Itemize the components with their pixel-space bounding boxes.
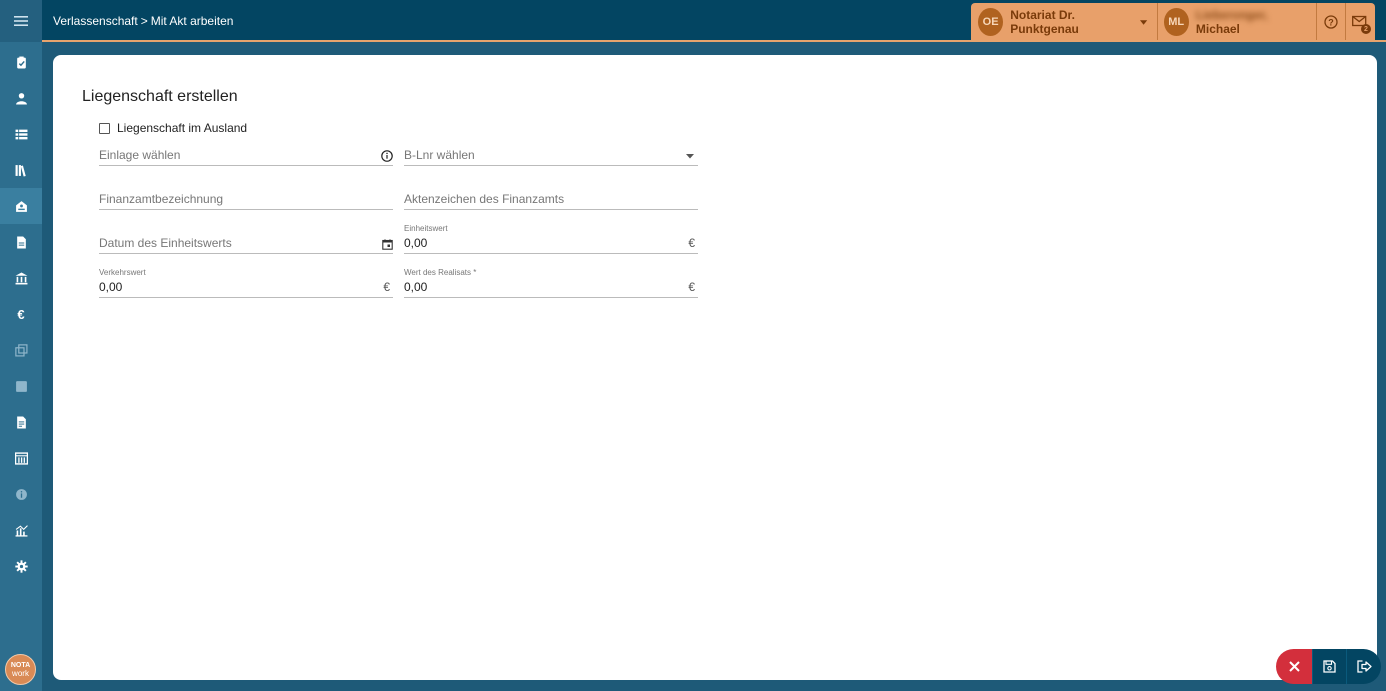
document-icon <box>16 236 26 248</box>
abroad-checkbox[interactable] <box>99 122 110 134</box>
einheitswert-label: Einheitswert <box>404 224 448 233</box>
menu-button[interactable] <box>0 0 42 42</box>
list-icon <box>15 128 27 140</box>
verkehrswert-value: 0,00 <box>99 280 123 294</box>
file-icon <box>16 416 26 428</box>
realisat-currency: € <box>688 280 695 294</box>
abroad-checkbox-label: Liegenschaft im Ausland <box>117 121 248 135</box>
library-icon <box>15 164 26 177</box>
calendar-grid-icon <box>14 451 28 465</box>
chevron-down-icon <box>1140 19 1148 25</box>
einlage-select[interactable]: Einlage wählen <box>99 146 393 166</box>
exit-icon <box>1356 660 1372 673</box>
sidebar-item-info[interactable] <box>0 476 42 512</box>
finanzamt-field[interactable]: Finanzamtbezeichnung <box>99 190 393 210</box>
sidebar-item-list[interactable] <box>0 116 42 152</box>
clipboard-check-icon <box>16 56 26 68</box>
einheitswert-value: 0,00 <box>404 236 428 250</box>
sidebar-item-files[interactable] <box>0 404 42 440</box>
notawork-logo: NOTA work <box>5 654 36 685</box>
sidebar-item-tasks[interactable] <box>0 44 42 80</box>
breadcrumb-separator: > <box>140 14 148 28</box>
copy-icon <box>14 343 28 357</box>
sidebar-item-statistics[interactable] <box>0 512 42 548</box>
sidebar-item-calendar[interactable] <box>0 440 42 476</box>
save-and-exit-button[interactable] <box>1346 649 1381 684</box>
verkehrswert-currency: € <box>383 280 390 294</box>
form-card: Liegenschaft erstellen Liegenschaft im A… <box>53 55 1377 680</box>
sidebar-item-copies[interactable] <box>0 332 42 368</box>
realisat-label: Wert des Realisats * <box>404 268 477 277</box>
sidebar-item-finance[interactable]: € <box>0 296 42 332</box>
org-name: Notariat Dr. Punktgenau <box>1010 8 1079 36</box>
info-circle-icon[interactable] <box>381 150 393 162</box>
einlage-placeholder: Einlage wählen <box>99 148 181 162</box>
help-button[interactable]: ? <box>1317 3 1346 41</box>
sidebar-item-documents[interactable] <box>0 224 42 260</box>
realisat-field[interactable]: Wert des Realisats * 0,00 € <box>404 268 698 298</box>
einheitswert-currency: € <box>688 236 695 250</box>
user-avatar: ML <box>1163 8 1189 36</box>
user-last-name: Lieberonger, <box>1195 8 1268 22</box>
breadcrumb: Verlassenschaft > Mit Akt arbeiten <box>53 14 233 28</box>
square-icon <box>15 380 27 392</box>
person-icon <box>15 92 27 104</box>
sidebar-item-estate[interactable] <box>0 188 42 224</box>
sidebar-item-library[interactable] <box>0 152 42 188</box>
verkehrswert-label: Verkehrswert <box>99 268 146 277</box>
chart-icon <box>15 524 28 537</box>
user-first-name: Michael <box>1195 22 1240 36</box>
sidebar-item-bank[interactable] <box>0 260 42 296</box>
info-icon <box>15 488 27 500</box>
user-area: OE Notariat Dr. Punktgenau ML Lieberonge… <box>971 3 1375 41</box>
breadcrumb-current: Mit Akt arbeiten <box>150 14 234 28</box>
abroad-checkbox-row[interactable]: Liegenschaft im Ausland <box>99 121 247 135</box>
calendar-icon[interactable] <box>381 238 393 250</box>
help-icon: ? <box>1324 15 1338 29</box>
blnr-select[interactable]: B-Lnr wählen <box>404 146 698 166</box>
aktenzeichen-field[interactable]: Aktenzeichen des Finanzamts <box>404 190 698 210</box>
close-icon <box>1288 661 1300 672</box>
bank-icon <box>15 272 27 284</box>
gear-icon <box>14 559 28 573</box>
datum-placeholder: Datum des Einheitswerts <box>99 236 232 250</box>
estate-icon <box>15 200 27 212</box>
euro-icon: € <box>17 306 25 322</box>
sidebar-item-placeholder[interactable] <box>0 368 42 404</box>
hamburger-icon <box>14 16 28 26</box>
notification-badge: 2 <box>1361 24 1371 34</box>
org-avatar: OE <box>978 8 1004 36</box>
sidebar-item-settings[interactable] <box>0 548 42 584</box>
messages-button[interactable]: 2 <box>1346 3 1375 41</box>
org-selector[interactable]: OE Notariat Dr. Punktgenau <box>971 3 1158 41</box>
aktenzeichen-placeholder: Aktenzeichen des Finanzamts <box>404 192 565 206</box>
dropdown-arrow-icon <box>684 150 696 162</box>
save-icon <box>1323 660 1336 673</box>
sidebar: € NOTA work <box>0 0 42 691</box>
breadcrumb-first[interactable]: Verlassenschaft <box>53 14 138 28</box>
realisat-value: 0,00 <box>404 280 428 294</box>
user-menu[interactable]: ML Lieberonger, Michael <box>1158 3 1317 41</box>
topbar: Verlassenschaft > Mit Akt arbeiten OE No… <box>42 0 1386 42</box>
finanzamt-placeholder: Finanzamtbezeichnung <box>99 192 224 206</box>
save-button[interactable] <box>1312 649 1346 684</box>
datum-einheitswert-field[interactable]: Datum des Einheitswerts <box>99 234 393 254</box>
svg-text:?: ? <box>1328 18 1334 28</box>
sidebar-item-persons[interactable] <box>0 80 42 116</box>
blnr-placeholder: B-Lnr wählen <box>404 148 475 162</box>
logo-line2: work <box>12 669 29 678</box>
einheitswert-field[interactable]: Einheitswert 0,00 € <box>404 224 698 254</box>
cancel-button[interactable] <box>1276 649 1312 684</box>
verkehrswert-field[interactable]: Verkehrswert 0,00 € <box>99 268 393 298</box>
user-name: Lieberonger, Michael <box>1196 8 1304 36</box>
page-title: Liegenschaft erstellen <box>82 88 238 105</box>
